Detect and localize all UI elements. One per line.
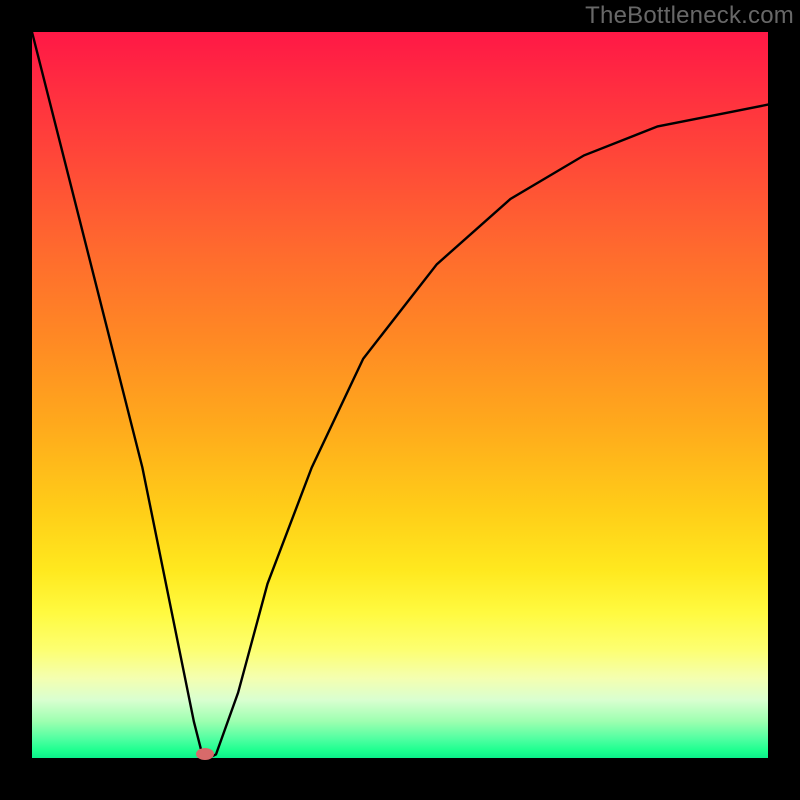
bottleneck-curve xyxy=(32,32,768,758)
curve-svg xyxy=(32,32,768,758)
chart-container: TheBottleneck.com xyxy=(0,0,800,800)
plot-area xyxy=(32,32,768,758)
optimal-point-marker xyxy=(196,748,214,760)
watermark-text: TheBottleneck.com xyxy=(585,2,794,30)
